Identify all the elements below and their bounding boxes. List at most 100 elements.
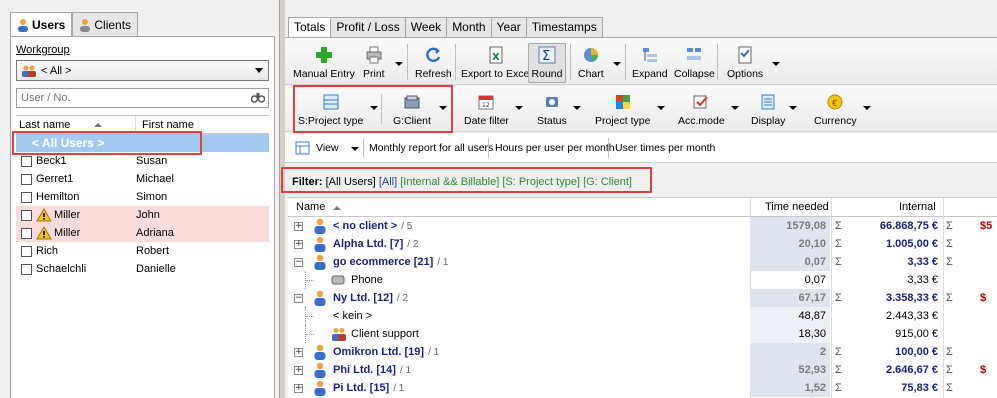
date-filter-button[interactable]: 12 Date filter	[464, 93, 509, 133]
time-needed-value: 1,52	[750, 379, 830, 397]
user-row[interactable]: Rich Robert	[16, 242, 269, 260]
grid-row[interactable]: Phone 0,07 3,33 €	[288, 271, 997, 289]
hours-per-user-button[interactable]: Hours per user per month	[495, 142, 615, 154]
user-row[interactable]: Miller John	[16, 206, 269, 224]
print-dropdown-arrow[interactable]	[395, 62, 403, 66]
date-filter-dropdown-arrow[interactable]	[515, 106, 523, 110]
collapse-button[interactable]: Collapse	[674, 46, 715, 86]
user-first-name: Simon	[136, 191, 168, 203]
expander-toggle[interactable]: −	[294, 258, 303, 267]
tab-week[interactable]: Week	[404, 17, 448, 37]
tab-users[interactable]: Users	[10, 12, 73, 37]
user-row[interactable]: Hemilton Simon	[16, 188, 269, 206]
user-checkbox[interactable]	[21, 155, 32, 167]
time-needed-value: 18,30	[750, 325, 830, 343]
tab-totals[interactable]: Totals	[288, 17, 332, 38]
time-needed-value: 48,87	[750, 307, 830, 325]
user-checkbox[interactable]	[21, 245, 32, 257]
user-checkbox[interactable]	[21, 227, 32, 239]
calendar-icon: 12	[478, 95, 494, 110]
grid-row[interactable]: Client support 18,30 915,00 €	[288, 325, 997, 343]
tab-month[interactable]: Month	[446, 17, 492, 37]
tree-line	[306, 280, 314, 281]
project-type-button[interactable]: Project type	[595, 93, 650, 133]
manual-entry-button[interactable]: Manual Entry	[293, 46, 355, 86]
refresh-button[interactable]: Refresh	[415, 46, 452, 86]
column-time-needed[interactable]: Time needed	[765, 201, 829, 213]
user-times-button[interactable]: User times per month	[615, 142, 715, 154]
status-button[interactable]: Status	[537, 93, 567, 133]
user-row[interactable]: Schaelchli Danielle	[16, 260, 269, 278]
round-button[interactable]: Σ Round	[528, 43, 566, 83]
project-type-name: Phone	[351, 274, 383, 286]
expander-toggle[interactable]: +	[294, 240, 303, 249]
grid-row[interactable]: + Alpha Ltd. [7]/ 2 20,10 Σ 1.005,00 € Σ	[288, 235, 997, 253]
acc-mode-button[interactable]: Acc.mode	[678, 93, 725, 133]
acc-mode-dropdown-arrow[interactable]	[731, 106, 739, 110]
separator	[717, 44, 718, 80]
options-dropdown-arrow[interactable]	[772, 62, 780, 66]
print-button[interactable]: Print	[363, 46, 385, 86]
expander-toggle[interactable]: +	[294, 366, 303, 375]
user-checkbox[interactable]	[21, 263, 32, 275]
grid-row[interactable]: < kein > 48,87 2.443,33 €	[288, 307, 997, 325]
tab-profit-loss[interactable]: Profit / Loss	[330, 17, 406, 37]
time-needed-value: 67,17	[750, 289, 830, 307]
user-row[interactable]: Gerret1 Michael	[16, 170, 269, 188]
binoculars-icon[interactable]	[251, 91, 265, 103]
chart-button[interactable]: Chart	[578, 46, 604, 86]
monthly-report-button[interactable]: Monthly report for all users	[369, 142, 493, 154]
user-search-input[interactable]	[16, 88, 269, 108]
export-excel-button[interactable]: X Export to Excel	[461, 46, 532, 86]
expander-toggle[interactable]: +	[294, 384, 303, 393]
coin-icon: €	[827, 94, 843, 110]
user-checkbox[interactable]	[21, 209, 32, 221]
sum-icon: Σ	[946, 292, 953, 304]
export-excel-label: Export to Excel	[461, 68, 532, 80]
expander-toggle[interactable]: +	[294, 348, 303, 357]
user-row[interactable]: Miller Adriana	[16, 224, 269, 242]
sum-icon: Σ	[946, 256, 953, 268]
project-type-dropdown-arrow[interactable]	[657, 106, 665, 110]
column-internal[interactable]: Internal	[899, 201, 936, 213]
status-dropdown-arrow[interactable]	[573, 106, 581, 110]
expander-toggle[interactable]: +	[294, 222, 303, 231]
grid-row[interactable]: + < no client >/ 5 1579,08 Σ 66.868,75 € Σ $5	[288, 217, 997, 235]
chart-label: Chart	[578, 68, 604, 80]
user-checkbox[interactable]	[21, 173, 32, 185]
tab-timestamps[interactable]: Timestamps	[525, 17, 603, 37]
view-button[interactable]: View	[316, 142, 339, 154]
report-tabs: Totals Profit / Loss Week Month Year Timestam…	[288, 17, 603, 38]
display-dropdown-arrow[interactable]	[789, 106, 797, 110]
grid-row[interactable]: − go ecommerce [21]/ 1 0,07 Σ 3,33 € Σ	[288, 253, 997, 271]
expand-icon	[642, 48, 657, 62]
internal-value: 1.005,00 €	[886, 238, 938, 250]
currency-dropdown-arrow[interactable]	[863, 106, 871, 110]
refresh-label: Refresh	[415, 68, 452, 80]
grid-row[interactable]: + Pi Ltd. [15]/ 1 1,52 Σ 75,83 € Σ	[288, 379, 997, 397]
grid-row[interactable]: − Ny Ltd. [12]/ 2 67,17 Σ 3.358,33 € Σ $	[288, 289, 997, 307]
column-name[interactable]: Name	[296, 201, 325, 213]
user-checkbox[interactable]	[21, 191, 32, 203]
currency-button[interactable]: € Currency	[814, 93, 857, 133]
tab-year[interactable]: Year	[490, 17, 527, 37]
pie-chart-icon	[583, 48, 598, 62]
tab-clients[interactable]: Clients	[72, 12, 139, 36]
date-filter-label: Date filter	[464, 115, 509, 127]
workgroup-select[interactable]: < All >	[16, 60, 269, 81]
grid-row[interactable]: + Phi Ltd. [14]/ 1 52,93 Σ 2.646,67 € Σ $	[288, 361, 997, 379]
separator	[407, 44, 408, 80]
expander-toggle[interactable]: −	[294, 294, 303, 303]
internal-value: 2.646,67 €	[886, 364, 938, 376]
chart-dropdown-arrow[interactable]	[613, 62, 621, 66]
grid-row[interactable]: + Omikron Ltd. [19]/ 1 2 Σ 100,00 € Σ	[288, 343, 997, 361]
expand-button[interactable]: Expand	[632, 46, 668, 86]
filter-highlight-box	[281, 167, 652, 193]
workgroup-value: < All >	[41, 64, 72, 77]
options-button[interactable]: Options	[727, 46, 763, 86]
view-dropdown-arrow[interactable]	[351, 147, 359, 151]
item-count: / 2	[396, 293, 409, 304]
internal-value: 100,00 €	[895, 346, 938, 358]
internal-value: 2.443,33 €	[886, 310, 938, 322]
display-button[interactable]: Display	[751, 93, 785, 133]
